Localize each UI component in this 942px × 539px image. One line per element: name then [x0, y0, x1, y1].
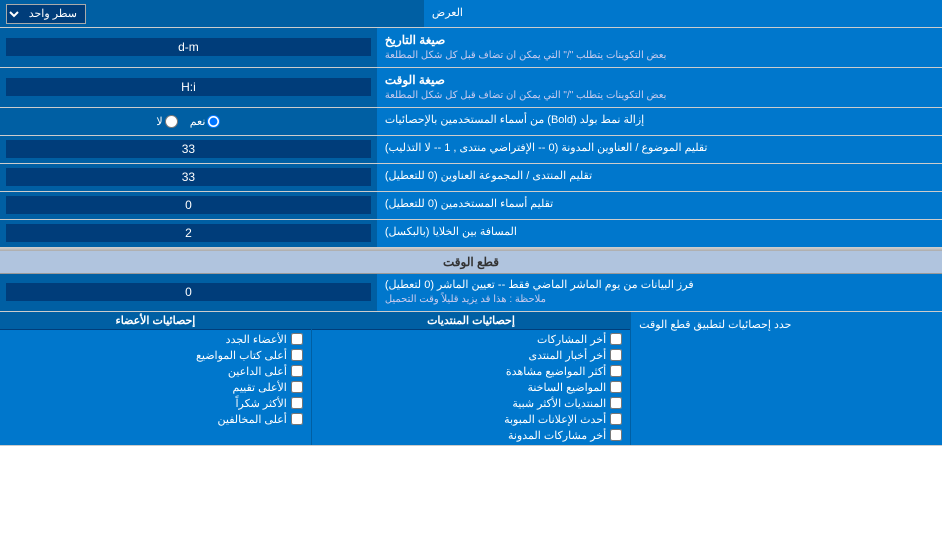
topic-titles-label-text: تقليم الموضوع / العناوين المدونة (0 -- ا… [385, 141, 708, 156]
user-names-input-cell [0, 192, 377, 219]
display-row: العرض سطر واحد سطران ثلاثة أسطر [0, 0, 942, 28]
topic-titles-input[interactable] [6, 140, 371, 158]
topic-titles-label: تقليم الموضوع / العناوين المدونة (0 -- ا… [377, 136, 942, 163]
stat-col2-item-5[interactable]: الأكثر شكراً [8, 397, 303, 410]
time-cut-row: فرز البيانات من يوم الماشر الماضي فقط --… [0, 274, 942, 312]
topic-titles-row: تقليم الموضوع / العناوين المدونة (0 -- ا… [0, 136, 942, 164]
time-cut-sub-label: ملاحظة : هذا قد يزيد قليلاً وقت التحميل [385, 293, 546, 307]
bold-remove-no-label[interactable]: لا [156, 115, 177, 128]
time-format-input-cell [0, 68, 377, 107]
forum-group-label-text: تقليم المنتدى / المجموعة العناوين (0 للت… [385, 169, 592, 184]
date-format-sub-label: بعض التكوينات يتطلب "/" التي يمكن ان تضا… [385, 49, 667, 63]
stat-col1-item-4[interactable]: المواضيع الساخنة [320, 381, 622, 394]
forum-group-label: تقليم المنتدى / المجموعة العناوين (0 للت… [377, 164, 942, 191]
stat-col1-item-6[interactable]: أحدث الإعلانات المبوبة [320, 413, 622, 426]
time-format-row: صيغة الوقت بعض التكوينات يتطلب "/" التي … [0, 68, 942, 108]
forum-group-input-cell [0, 164, 377, 191]
bold-remove-row: إزالة نمط بولد (Bold) من أسماء المستخدمي… [0, 108, 942, 136]
display-select[interactable]: سطر واحد سطران ثلاثة أسطر [6, 4, 86, 24]
time-format-main-label: صيغة الوقت [385, 72, 445, 89]
topic-titles-input-cell [0, 136, 377, 163]
stat-col2-item-2[interactable]: أعلى كتاب المواضيع [8, 349, 303, 362]
stats-col1-header: إحصائيات المنتديات [312, 312, 630, 330]
bold-remove-no-radio[interactable] [165, 115, 178, 128]
cell-spacing-input[interactable] [6, 224, 371, 242]
user-names-label-text: تقليم أسماء المستخدمين (0 للتعطيل) [385, 197, 553, 212]
stat-col1-item-7[interactable]: أخر مشاركات المدونة [320, 429, 622, 442]
time-cut-input-cell [0, 274, 377, 311]
stat-col1-item-2[interactable]: أخر أخبار المنتدى [320, 349, 622, 362]
time-cut-label: فرز البيانات من يوم الماشر الماضي فقط --… [377, 274, 942, 311]
time-format-sub-label: بعض التكوينات يتطلب "/" التي يمكن ان تضا… [385, 89, 667, 103]
cell-spacing-row: المسافة بين الخلايا (بالبكسل) [0, 220, 942, 248]
date-format-input[interactable] [6, 38, 371, 56]
bold-remove-label-text: إزالة نمط بولد (Bold) من أسماء المستخدمي… [385, 113, 644, 128]
user-names-label: تقليم أسماء المستخدمين (0 للتعطيل) [377, 192, 942, 219]
stats-col2-header: إحصائيات الأعضاء [0, 312, 311, 330]
time-format-label: صيغة الوقت بعض التكوينات يتطلب "/" التي … [377, 68, 942, 107]
stat-col1-item-5[interactable]: المنتديات الأكثر شبية [320, 397, 622, 410]
bold-remove-yes-radio[interactable] [207, 115, 220, 128]
display-input-cell: سطر واحد سطران ثلاثة أسطر [0, 0, 424, 27]
stats-limit-label: حدد إحصائيات لتطبيق قطع الوقت [639, 318, 791, 331]
cell-spacing-label: المسافة بين الخلايا (بالبكسل) [377, 220, 942, 247]
cell-spacing-input-cell [0, 220, 377, 247]
time-cut-input[interactable] [6, 283, 371, 301]
bold-remove-label: إزالة نمط بولد (Bold) من أسماء المستخدمي… [377, 108, 942, 135]
time-cut-section-header: قطع الوقت [0, 251, 942, 274]
date-format-row: صيغة التاريخ بعض التكوينات يتطلب "/" الت… [0, 28, 942, 68]
stats-col2-items: الأعضاء الجدد أعلى كتاب المواضيع أعلى ال… [0, 330, 311, 429]
stat-col2-item-4[interactable]: الأعلى تقييم [8, 381, 303, 394]
forum-group-input[interactable] [6, 168, 371, 186]
stat-col2-item-3[interactable]: أعلى الداعين [8, 365, 303, 378]
stats-col1-items: أخر المشاركات أخر أخبار المنتدى أكثر الم… [312, 330, 630, 445]
time-cut-section-title: قطع الوقت [443, 255, 499, 269]
stats-main-row: حدد إحصائيات لتطبيق قطع الوقت إحصائيات ا… [0, 312, 942, 446]
stat-col1-item-1[interactable]: أخر المشاركات [320, 333, 622, 346]
time-cut-main-label: فرز البيانات من يوم الماشر الماضي فقط --… [385, 278, 694, 293]
time-format-input[interactable] [6, 78, 371, 96]
stat-col2-item-6[interactable]: أعلى المخالفين [8, 413, 303, 426]
date-format-main-label: صيغة التاريخ [385, 32, 446, 49]
bold-remove-input-cell: نعم لا [0, 108, 377, 135]
stat-col2-item-1[interactable]: الأعضاء الجدد [8, 333, 303, 346]
cell-spacing-label-text: المسافة بين الخلايا (بالبكسل) [385, 225, 517, 240]
stat-col1-item-3[interactable]: أكثر المواضيع مشاهدة [320, 365, 622, 378]
date-format-label: صيغة التاريخ بعض التكوينات يتطلب "/" الت… [377, 28, 942, 67]
bold-remove-yes-label[interactable]: نعم [190, 115, 221, 128]
user-names-row: تقليم أسماء المستخدمين (0 للتعطيل) [0, 192, 942, 220]
display-label: العرض [424, 0, 942, 27]
display-label-text: العرض [432, 6, 463, 21]
user-names-input[interactable] [6, 196, 371, 214]
date-format-input-cell [0, 28, 377, 67]
forum-group-row: تقليم المنتدى / المجموعة العناوين (0 للت… [0, 164, 942, 192]
